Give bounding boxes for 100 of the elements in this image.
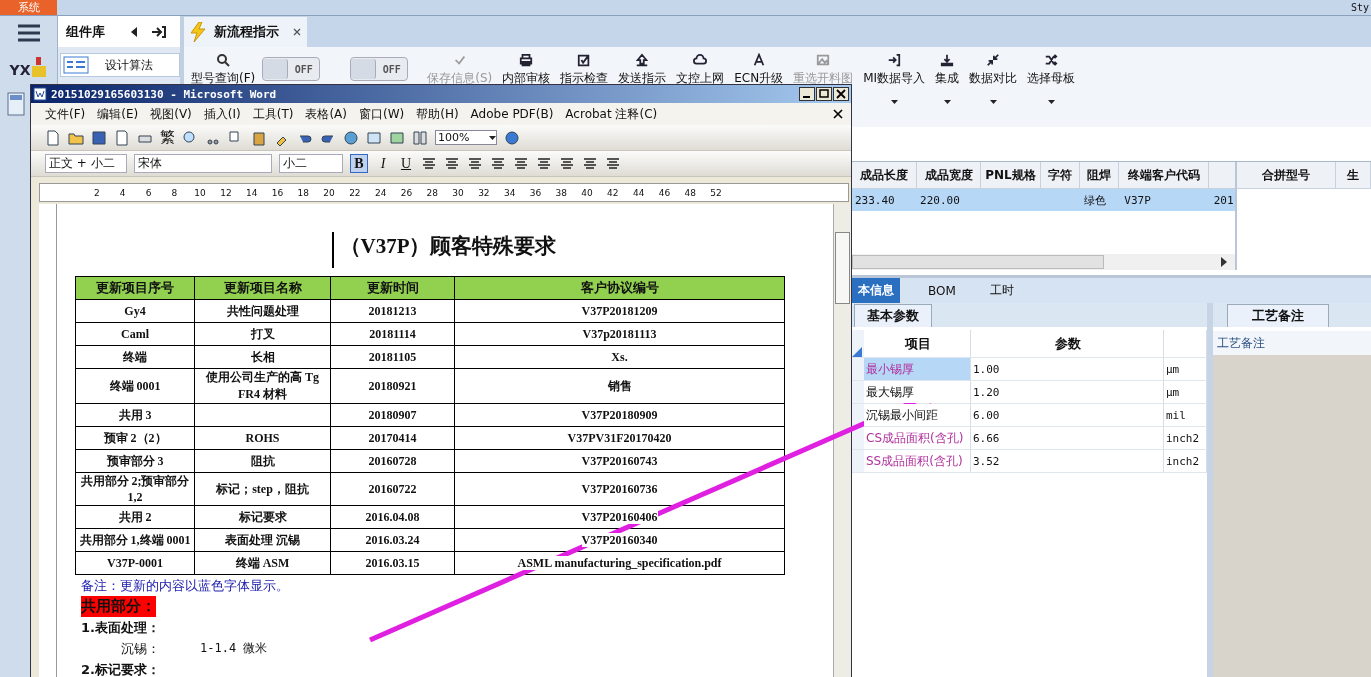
minimize-icon[interactable]: [799, 87, 815, 101]
menu-item[interactable]: 视图(V): [150, 105, 192, 123]
toolbar-button[interactable]: 选择母板: [1024, 53, 1079, 104]
parameter-name[interactable]: 沉锡最小间距: [864, 404, 971, 426]
column-header[interactable]: 合拼型号: [1237, 162, 1336, 188]
font-size-dropdown[interactable]: 小二: [279, 154, 343, 173]
notes-tab[interactable]: 工艺备注: [1227, 304, 1329, 327]
search-button[interactable]: 型号查询(F): [188, 53, 259, 87]
format-button[interactable]: B: [350, 154, 368, 173]
table-cell: 阻抗: [194, 449, 331, 473]
parameter-name[interactable]: 最大锡厚: [864, 381, 971, 403]
detail-tab[interactable]: 本信息: [852, 278, 900, 303]
menu-item[interactable]: 窗口(W): [359, 105, 405, 123]
document-tab[interactable]: 新流程指示: [184, 17, 307, 47]
caret-down-icon[interactable]: [1047, 100, 1055, 104]
caret-down-icon[interactable]: [489, 135, 496, 140]
corner-triangle-icon: [852, 347, 862, 357]
table-cell: 标记；step，阻抗: [194, 472, 331, 506]
component-item[interactable]: 设计算法: [60, 53, 180, 77]
menu-item[interactable]: 表格(A): [305, 105, 347, 123]
zoom-dropdown[interactable]: 100%: [435, 130, 497, 145]
caret-down-icon[interactable]: [989, 100, 997, 104]
ruler-number: 20: [322, 187, 336, 198]
menu-item[interactable]: 工具(T): [252, 105, 294, 123]
column-header[interactable]: 参数: [971, 330, 1164, 357]
ruler-number: 44: [631, 187, 646, 198]
column-header[interactable]: 生: [1336, 162, 1371, 188]
column-header[interactable]: PNL规格: [981, 162, 1041, 188]
detail-tab[interactable]: BOM: [922, 279, 962, 302]
vertical-scrollbar[interactable]: [833, 204, 851, 677]
parameter-value[interactable]: 6.66: [971, 427, 1164, 449]
parameter-name[interactable]: SS成品面积(含孔): [864, 450, 971, 472]
toggle-switch[interactable]: OFF: [350, 57, 409, 81]
caret-down-icon[interactable]: [890, 100, 898, 104]
horizontal-ruler[interactable]: 2 4 6 8 10 12 14 16 18 20 22 24 26 28 30 32 34 36 38 40 42 44 46 48 52: [39, 183, 849, 202]
vertical-ruler[interactable]: [39, 204, 57, 677]
table-row[interactable]: 233.40 220.00 绿色 V37P 201: [852, 189, 1235, 211]
toolbar-button[interactable]: 集成: [932, 53, 963, 104]
parameter-value[interactable]: 1.00: [971, 358, 1164, 380]
column-header[interactable]: 成品宽度: [917, 162, 981, 188]
caret-right-icon[interactable]: [1221, 257, 1227, 267]
new-document-icon[interactable]: [45, 129, 61, 146]
unit-label: mil: [1164, 404, 1207, 426]
parameter-name[interactable]: 最小锡厚: [864, 358, 971, 380]
caret-down-icon[interactable]: [943, 100, 951, 104]
sign-in-icon[interactable]: [152, 25, 166, 38]
close-icon[interactable]: [833, 87, 849, 101]
parameter-name[interactable]: CS成品面积(含孔): [864, 427, 971, 449]
item-label: 沉锡：: [121, 640, 160, 658]
format-button[interactable]: U: [398, 155, 414, 172]
menu-item[interactable]: 帮助(H): [416, 105, 459, 123]
ruler-number: 10: [193, 187, 207, 198]
traditional-chinese-button[interactable]: 繁: [160, 128, 175, 147]
toolbar-button[interactable]: ECN升级: [731, 53, 787, 87]
row-header[interactable]: [852, 404, 864, 426]
parameter-tab[interactable]: 基本参数: [854, 304, 932, 327]
toolbar-button[interactable]: 指示检查: [557, 53, 612, 87]
menu-item[interactable]: Adobe PDF(B): [470, 107, 554, 121]
toolbar-button[interactable]: 发送指示: [615, 53, 670, 87]
parameter-value[interactable]: 3.52: [971, 450, 1164, 472]
caret-left-icon[interactable]: [130, 26, 138, 37]
font-dropdown[interactable]: 宋体: [134, 154, 272, 173]
table-cell: 使用公司生产的高 Tg FR4 材料: [194, 368, 331, 404]
table-cell: 销售: [454, 368, 785, 404]
format-button[interactable]: I: [375, 155, 391, 172]
table-cell: 2016.03.24: [330, 528, 455, 552]
table-cell: ASML manufacturing_specification.pdf: [454, 551, 785, 575]
save-icon[interactable]: [91, 129, 107, 146]
maximize-icon[interactable]: [816, 87, 832, 101]
parameter-value[interactable]: 6.00: [971, 404, 1164, 426]
horizontal-scrollbar[interactable]: [852, 254, 1235, 270]
close-icon[interactable]: [833, 109, 843, 119]
menu-item[interactable]: 文件(F): [45, 105, 86, 123]
compress-icon: [986, 53, 1001, 67]
document-icon[interactable]: [114, 129, 130, 146]
spreadsheet-icon[interactable]: [389, 129, 405, 146]
style-dropdown[interactable]: 正文 + 小二: [45, 154, 127, 173]
word-document-icon: [33, 87, 47, 101]
column-header[interactable]: 项目: [864, 330, 971, 357]
table-icon[interactable]: [366, 129, 382, 146]
toolbar-button[interactable]: MI数据导入: [860, 53, 929, 104]
columns-icon[interactable]: [412, 129, 428, 146]
table-cell: V37P20160743: [454, 449, 785, 473]
toolbar-button[interactable]: 文控上网: [673, 53, 728, 87]
toolbar-button[interactable]: 内部审核: [499, 53, 554, 87]
clipboard-icon[interactable]: [251, 129, 267, 146]
menu-icon[interactable]: [17, 24, 40, 42]
menu-item[interactable]: 插入(I): [203, 105, 241, 123]
table-cell: V37P20160736: [454, 472, 785, 506]
column-header[interactable]: 阻焊: [1080, 162, 1119, 188]
column-header[interactable]: 字符: [1041, 162, 1080, 188]
menu-item[interactable]: Acrobat 注释(C): [565, 105, 658, 123]
column-header[interactable]: 终端客户代码: [1119, 162, 1209, 188]
close-icon[interactable]: [293, 28, 301, 36]
detail-tab[interactable]: 工时: [983, 278, 1020, 303]
parameter-value[interactable]: 1.20: [971, 381, 1164, 403]
menu-item[interactable]: 编辑(E): [97, 105, 139, 123]
toggle-switch[interactable]: OFF: [262, 57, 321, 81]
table-cell: 长相: [194, 345, 331, 369]
toolbar-button[interactable]: 数据对比: [966, 53, 1021, 104]
